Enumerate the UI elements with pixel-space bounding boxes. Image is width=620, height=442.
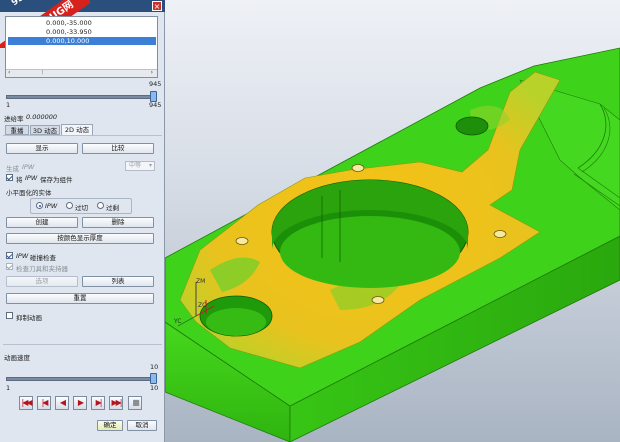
tab-3d-dynamic[interactable]: 3D 动态 (30, 125, 60, 135)
save-ipw-prefix: 将 (16, 176, 23, 184)
step-forward-button[interactable]: ▶| (91, 396, 105, 410)
triad-zm-label: ZM (196, 278, 206, 285)
ipw-collision-checkbox[interactable] (6, 252, 13, 259)
step-back-button[interactable]: |◀ (37, 396, 51, 410)
play-reverse-button[interactable]: ◀ (55, 396, 69, 410)
play-icon: ▶ (77, 398, 84, 407)
display-button[interactable]: 显示 (6, 143, 78, 154)
fast-forward-to-end-button[interactable]: ▶▶| (109, 396, 123, 410)
tool-path-list[interactable]: 0.000,-35.000 0.000,-33.950 0.000,10.000… (5, 16, 158, 78)
check-tool-holder-label: 检查刀具和夹持器 (16, 265, 68, 273)
save-ipw-ipw: IPW (25, 174, 38, 182)
generate-ipw-italic: IPW (22, 163, 35, 171)
save-ipw-checkbox[interactable] (6, 174, 13, 181)
speed-slider-min-label: 1 (6, 384, 11, 392)
ipw-resolution-select[interactable]: 中等 (125, 161, 155, 171)
skip-start-icon: |◀◀ (21, 398, 33, 407)
stop-icon: ■ (132, 398, 139, 407)
stop-button[interactable]: ■ (128, 396, 142, 410)
suppress-animation-checkbox[interactable] (6, 312, 13, 319)
radio-gouge-label: 过切 (75, 204, 88, 212)
step-slider-current-label: 945 (149, 101, 162, 109)
close-button[interactable]: × (152, 1, 162, 11)
list-item[interactable]: 0.000,-35.000 (46, 19, 92, 27)
create-button[interactable]: 创建 (6, 217, 78, 228)
step-slider-track[interactable] (6, 95, 154, 99)
tab-replay[interactable]: 重播 (5, 125, 29, 135)
list-button[interactable]: 列表 (82, 276, 154, 287)
list-item[interactable]: 0.000,-33.950 (46, 28, 92, 36)
step-forward-icon: ▶| (95, 398, 103, 407)
watermark-brand: 9SUG (10, 0, 38, 8)
speed-slider-max-label: 10 (150, 363, 159, 371)
delete-button[interactable]: 删除 (82, 217, 154, 228)
play-forward-button[interactable]: ▶ (73, 396, 87, 410)
visualize-dialog: × 9SUG 学UG就上UG网 0.000,-35.000 0.000,-33.… (0, 0, 165, 442)
scroll-left-icon[interactable]: ‹ (8, 69, 10, 76)
check-tool-holder-checkbox[interactable] (6, 263, 13, 270)
scroll-thumb-grip-icon[interactable]: ⦙ (42, 69, 43, 77)
reset-button[interactable]: 重置 (6, 293, 154, 304)
suppress-animation-label: 抑制动画 (16, 314, 42, 322)
feed-rate-label: 进给率 (4, 115, 24, 123)
feed-rate-value: 0.000000 (26, 113, 58, 121)
generate-ipw-label: 生成 (6, 165, 19, 173)
step-slider-min-label: 1 (6, 101, 11, 109)
compare-button[interactable]: 比较 (82, 143, 154, 154)
ipw-collision-label: 碰撞检查 (30, 254, 56, 262)
color-by-thickness-button[interactable]: 按颜色显示厚度 (6, 233, 154, 244)
list-horizontal-scrollbar[interactable]: ‹ ⦙ › (6, 69, 157, 77)
cancel-button[interactable]: 取消 (127, 420, 157, 431)
ipw-collision-ipw: IPW (16, 252, 29, 260)
triad-zc-label: ZC (198, 302, 207, 309)
radio-excess-label: 过剩 (106, 204, 119, 212)
options-button[interactable]: 选项 (6, 276, 78, 287)
triad-yc-label: YC (174, 318, 182, 325)
ok-button[interactable]: 确定 (97, 420, 123, 431)
animation-speed-label: 动画速度 (4, 354, 30, 362)
speed-slider-thumb[interactable] (150, 373, 157, 384)
save-ipw-suffix: 保存为组件 (40, 176, 73, 184)
radio-ipw[interactable] (36, 202, 43, 209)
skip-end-icon: ▶▶| (111, 398, 123, 407)
radio-excess[interactable] (97, 202, 104, 209)
corner-hole (455, 116, 489, 136)
radio-gouge[interactable] (66, 202, 73, 209)
radio-ipw-label: IPW (45, 202, 58, 210)
step-slider-max-label: 945 (149, 80, 162, 88)
rewind-to-start-button[interactable]: |◀◀ (19, 396, 33, 410)
tab-2d-dynamic[interactable]: 2D 动态 (61, 124, 93, 135)
speed-slider-current-label: 10 (150, 384, 159, 392)
list-item-selected[interactable]: 0.000,10.000 (8, 37, 156, 45)
scroll-right-icon[interactable]: › (151, 69, 153, 76)
step-back-icon: |◀ (41, 398, 49, 407)
speed-slider-track[interactable] (6, 377, 154, 381)
reverse-icon: ◀ (59, 398, 66, 407)
faceted-solid-label: 小平面化的实体 (6, 189, 52, 197)
